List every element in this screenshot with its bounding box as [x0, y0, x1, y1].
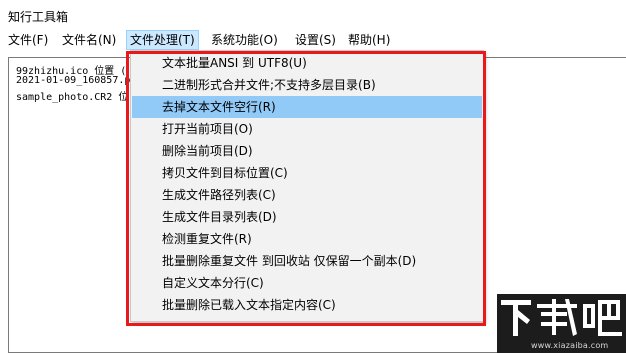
window-title: 知行工具箱	[8, 10, 69, 24]
text-line: sample_photo.CR2 位	[16, 92, 129, 103]
menu-bar: 文件(F) 文件名(N) 文件处理(T) 系统功能(O) 设置(S) 帮助(H)	[0, 30, 626, 50]
menu-item-bulk-delete-content[interactable]: 批量删除已载入文本指定内容(C)	[131, 294, 483, 316]
menu-item-generate-path-list[interactable]: 生成文件路径列表(C)	[131, 184, 483, 206]
menu-filename[interactable]: 文件名(N)	[62, 30, 116, 50]
menu-file-processing[interactable]: 文件处理(T)	[126, 30, 199, 50]
menu-item-custom-line-split[interactable]: 自定义文本分行(C)	[131, 272, 483, 294]
watermark-logo: www.xiazaiba.com	[497, 294, 626, 353]
menu-item-bulk-delete-duplicates[interactable]: 批量删除重复文件 到回收站 仅保留一个副本(D)	[131, 250, 483, 272]
watermark-url: www.xiazaiba.com	[531, 341, 609, 350]
menu-settings[interactable]: 设置(S)	[295, 30, 336, 50]
menu-item-detect-duplicates[interactable]: 检测重复文件(R)	[131, 228, 483, 250]
menu-file[interactable]: 文件(F)	[8, 30, 48, 50]
menu-item-remove-blank-lines[interactable]: 去掉文本文件空行(R)	[132, 96, 482, 118]
menu-item-binary-merge[interactable]: 二进制形式合并文件;不支持多层目录(B)	[131, 74, 483, 96]
text-line: 2021-01-09_160857.p	[16, 75, 131, 86]
menu-item-delete-current[interactable]: 删除当前项目(D)	[131, 140, 483, 162]
menu-item-copy-to-target[interactable]: 拷贝文件到目标位置(C)	[131, 162, 483, 184]
menu-item-ansi-to-utf8[interactable]: 文本批量ANSI 到 UTF8(U)	[131, 52, 483, 74]
title-bar: 知行工具箱	[0, 0, 626, 30]
menu-system-functions[interactable]: 系统功能(O)	[211, 30, 278, 50]
menu-item-generate-dir-list[interactable]: 生成文件目录列表(D)	[131, 206, 483, 228]
menu-item-open-current[interactable]: 打开当前项目(O)	[131, 118, 483, 140]
menu-help[interactable]: 帮助(H)	[348, 30, 390, 50]
file-processing-dropdown-menu: 文本批量ANSI 到 UTF8(U) 二进制形式合并文件;不支持多层目录(B) …	[130, 50, 484, 322]
